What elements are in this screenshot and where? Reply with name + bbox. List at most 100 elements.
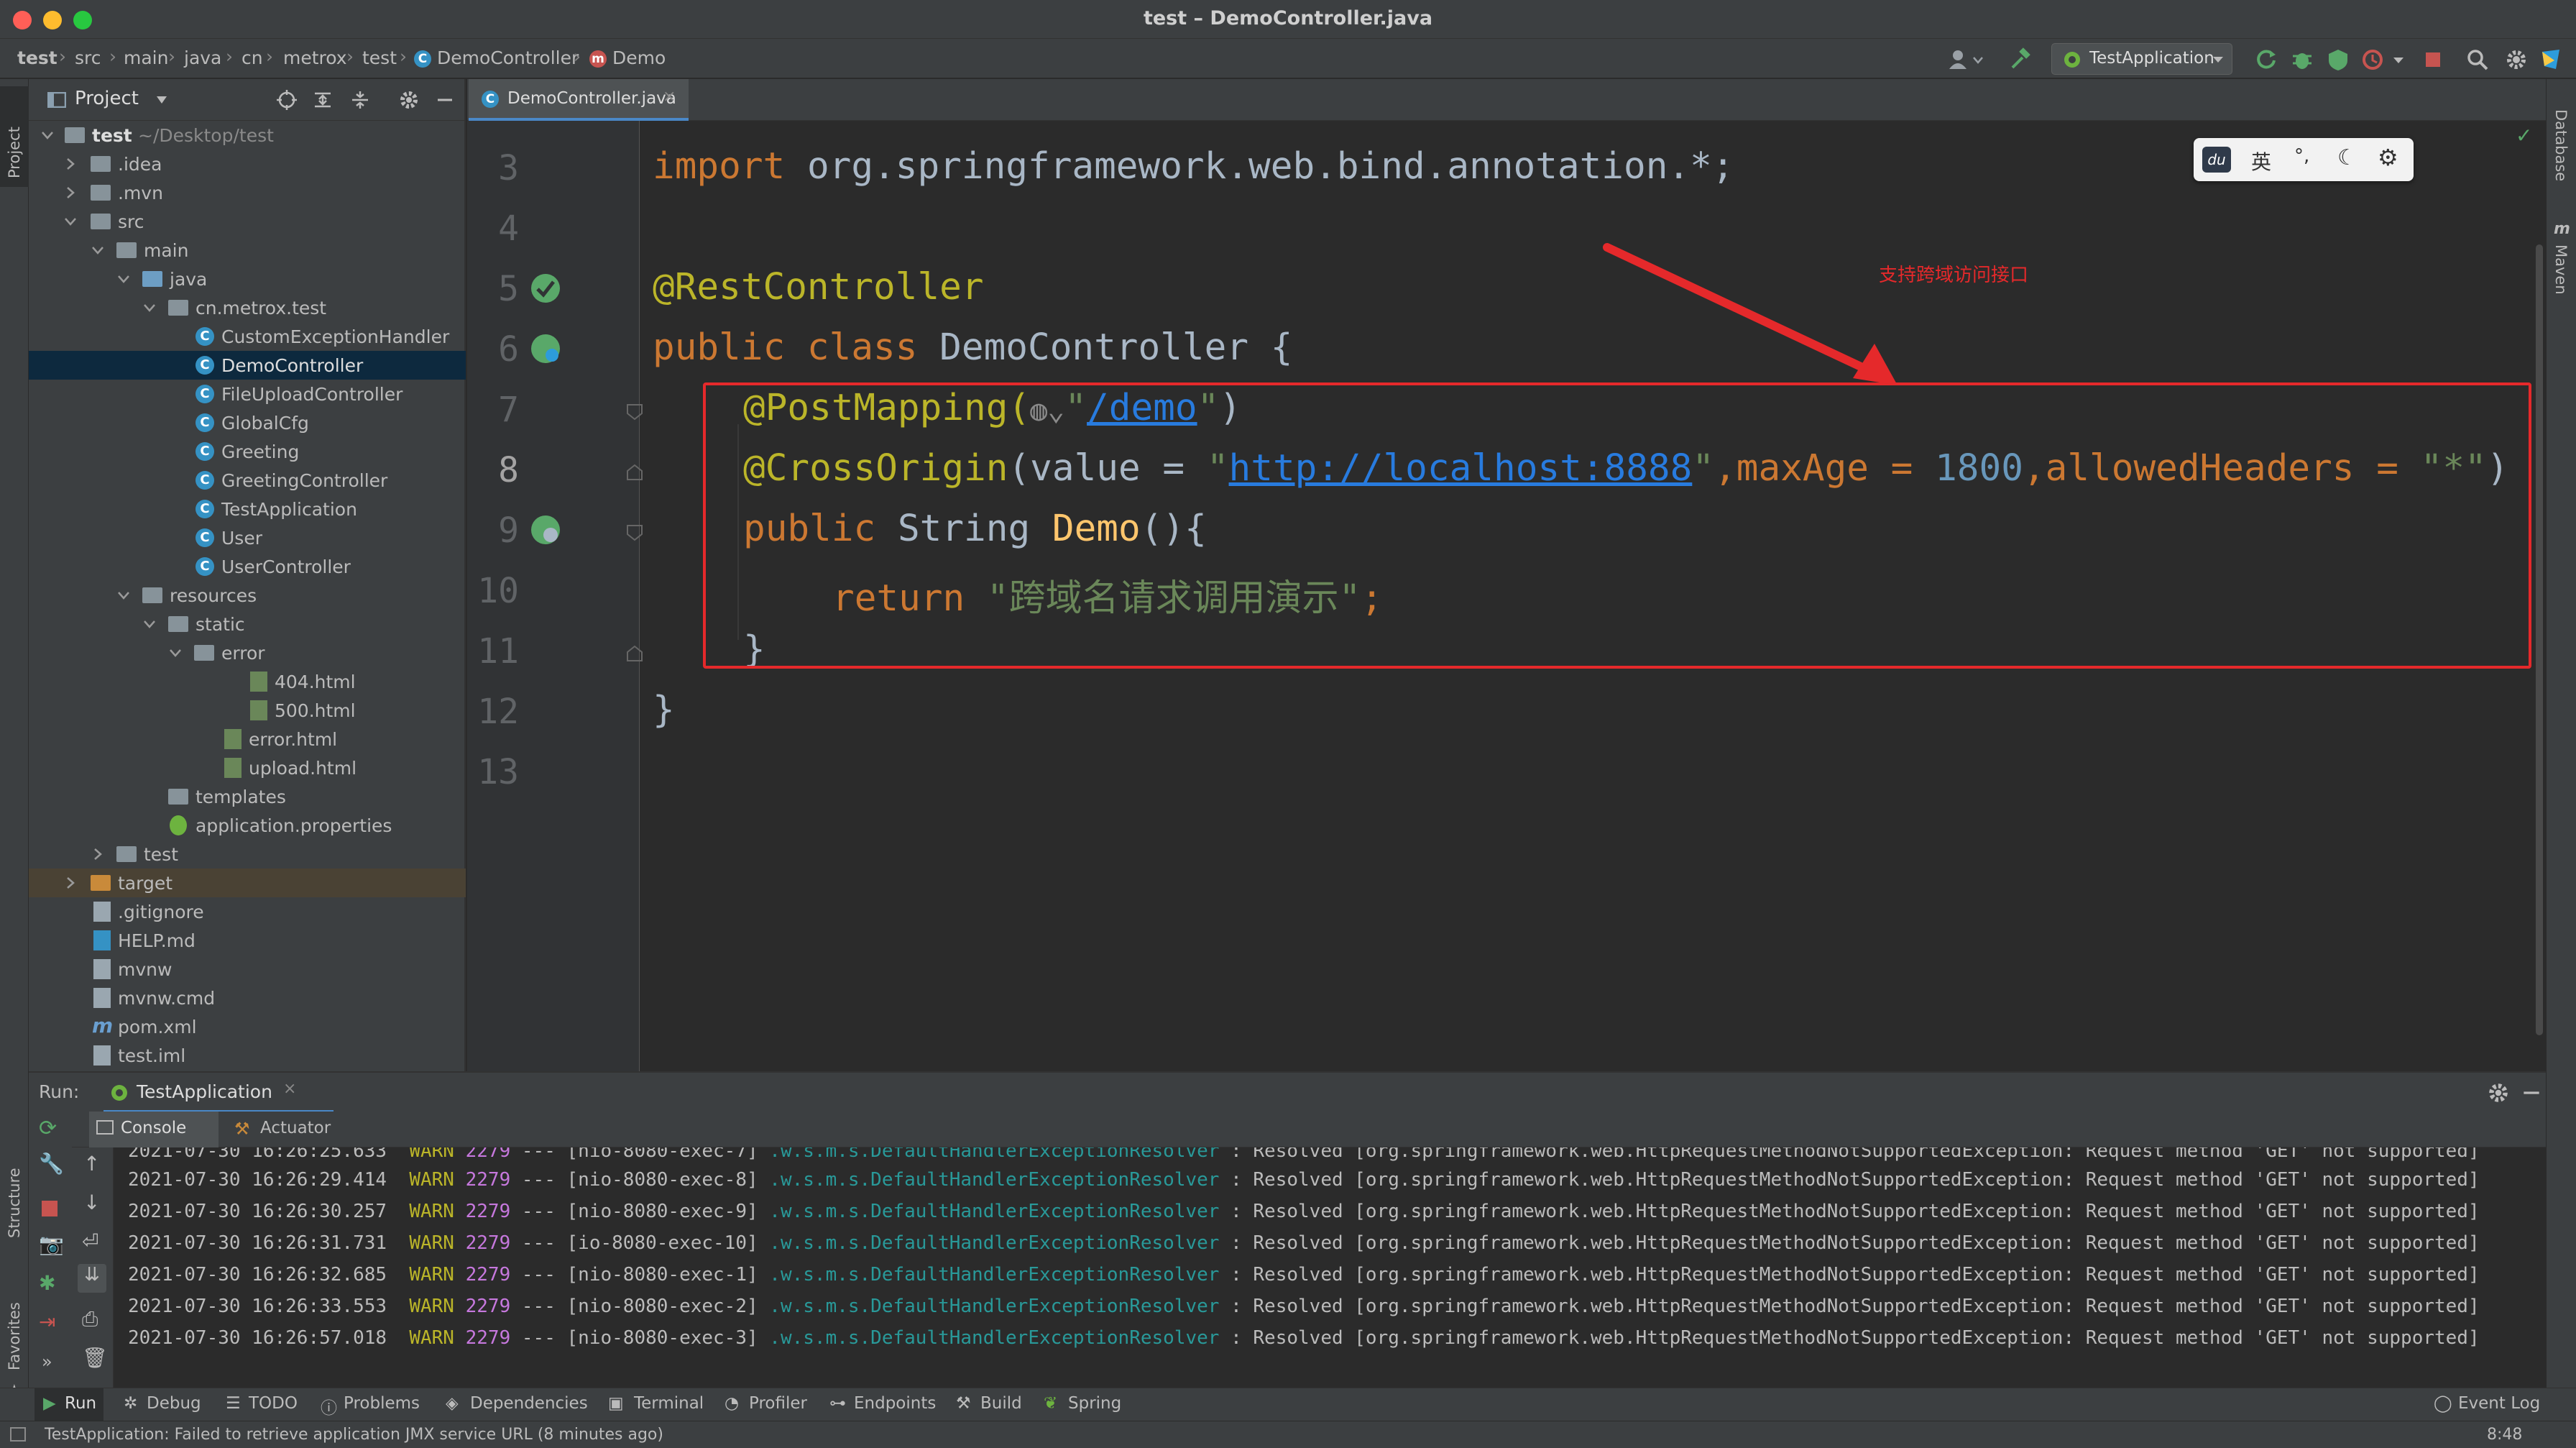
tree-item-folder[interactable]: java bbox=[29, 265, 466, 293]
profiler-icon[interactable] bbox=[2360, 47, 2385, 72]
tree-item-class[interactable]: C CustomExceptionHandler bbox=[29, 322, 466, 351]
gear-icon[interactable] bbox=[2487, 1081, 2510, 1104]
arrow-up-icon[interactable]: ↑ bbox=[83, 1152, 100, 1176]
fold-icon[interactable] bbox=[625, 644, 644, 663]
debug-icon[interactable] bbox=[2290, 47, 2314, 72]
profiler-tool-tab[interactable]: Profiler bbox=[749, 1394, 807, 1413]
tree-item-folder[interactable]: .idea bbox=[29, 150, 466, 178]
breadcrumb-class[interactable]: C DemoController bbox=[414, 47, 579, 68]
ime-language-toggle[interactable]: 英 bbox=[2251, 147, 2271, 175]
editor-tab-active[interactable]: C DemoController.java × bbox=[469, 79, 689, 121]
scroll-to-end-icon[interactable]: ⇊ bbox=[78, 1264, 106, 1293]
breadcrumb-item[interactable]: test bbox=[362, 47, 397, 68]
tree-item-folder[interactable]: resources bbox=[29, 581, 466, 610]
search-icon[interactable] bbox=[2465, 47, 2490, 72]
gear-icon[interactable] bbox=[398, 89, 420, 111]
breadcrumb-method[interactable]: m Demo bbox=[589, 47, 666, 68]
debug-icon[interactable]: ✱ bbox=[39, 1271, 55, 1295]
tree-item-root[interactable]: test ~/Desktop/test bbox=[29, 121, 466, 150]
spring-tool-tab[interactable]: Spring bbox=[1068, 1394, 1121, 1413]
code-line[interactable]: } bbox=[653, 689, 675, 731]
code-line[interactable]: import org.springframework.web.bind.anno… bbox=[653, 145, 1734, 188]
print-icon[interactable]: ⎙ bbox=[82, 1307, 98, 1332]
chevron-down-icon[interactable] bbox=[2391, 47, 2406, 72]
exit-icon[interactable]: ⇥ bbox=[39, 1310, 55, 1334]
tree-item-class[interactable]: C GlobalCfg bbox=[29, 408, 466, 437]
actuator-tab[interactable]: ⚒ Actuator bbox=[227, 1112, 356, 1147]
ime-punctuation-toggle[interactable]: °, bbox=[2294, 145, 2309, 167]
tree-item-class-selected[interactable]: C DemoController bbox=[29, 351, 466, 380]
status-message[interactable]: TestApplication: Failed to retrieve appl… bbox=[45, 1426, 663, 1444]
close-tab-icon[interactable]: × bbox=[663, 88, 676, 106]
tree-item-file[interactable]: mvnw.cmd bbox=[29, 984, 466, 1012]
tree-item-file[interactable]: m pom.xml bbox=[29, 1012, 466, 1041]
project-panel-title[interactable]: Project bbox=[75, 88, 139, 109]
hide-panel-icon[interactable] bbox=[2520, 1081, 2543, 1104]
breadcrumb-item[interactable]: main bbox=[124, 47, 168, 68]
coverage-icon[interactable] bbox=[2326, 47, 2350, 72]
tree-item-class[interactable]: C FileUploadController bbox=[29, 380, 466, 408]
breadcrumb-item[interactable]: cn bbox=[242, 47, 263, 68]
spring-bean-icon[interactable] bbox=[528, 331, 564, 367]
maven-tool-tab[interactable]: m Maven bbox=[2547, 220, 2576, 306]
input-method-toolbar[interactable]: du 英 °, ☾ ⚙ bbox=[2194, 138, 2414, 181]
tree-item-file[interactable]: test.iml bbox=[29, 1041, 466, 1070]
arrow-down-icon[interactable]: ↓ bbox=[83, 1191, 100, 1214]
tree-item-folder[interactable]: templates bbox=[29, 782, 466, 811]
stop-icon[interactable] bbox=[42, 1201, 58, 1216]
tree-item-file[interactable]: application.properties bbox=[29, 811, 466, 840]
favorites-tool-tab[interactable]: Favorites ★ bbox=[0, 1258, 29, 1400]
fold-icon[interactable] bbox=[625, 463, 644, 482]
chevron-down-icon[interactable] bbox=[155, 95, 168, 105]
tree-item-file[interactable]: .gitignore bbox=[29, 897, 466, 926]
database-tool-tab[interactable]: Database bbox=[2547, 93, 2576, 209]
build-tool-tab[interactable]: Build bbox=[980, 1394, 1022, 1413]
tree-item-class[interactable]: C GreetingController bbox=[29, 466, 466, 495]
spring-bean-icon[interactable] bbox=[528, 270, 564, 306]
breadcrumb-item[interactable]: test bbox=[17, 47, 58, 68]
tree-item-file[interactable]: 500.html bbox=[29, 696, 466, 725]
soft-wrap-icon[interactable]: ⏎ bbox=[82, 1229, 98, 1253]
run-configuration-selector[interactable]: TestApplication bbox=[2051, 43, 2232, 75]
debug-tool-tab[interactable]: Debug bbox=[147, 1394, 201, 1413]
build-hammer-icon[interactable] bbox=[2008, 47, 2033, 72]
breadcrumb-item[interactable]: java bbox=[184, 47, 221, 68]
run-tool-tab[interactable]: ▶ Run bbox=[34, 1388, 104, 1421]
tree-item-class[interactable]: C User bbox=[29, 523, 466, 552]
console-output[interactable]: 2021-07-30 16:26:25.633 WARN 2279 --- [n… bbox=[114, 1147, 2546, 1392]
collapse-all-icon[interactable] bbox=[349, 89, 371, 111]
console-tab[interactable]: Console bbox=[89, 1112, 218, 1147]
tree-item-folder[interactable]: error bbox=[29, 638, 466, 667]
structure-tool-tab[interactable]: Structure bbox=[0, 1143, 29, 1251]
tree-item-folder[interactable]: main bbox=[29, 236, 466, 265]
wrench-icon[interactable]: 🔧 bbox=[39, 1152, 64, 1176]
close-tab-icon[interactable]: × bbox=[283, 1080, 296, 1098]
code-line[interactable]: @RestController bbox=[653, 266, 984, 308]
tree-item-package[interactable]: cn.metrox.test bbox=[29, 293, 466, 322]
code-line[interactable]: public class DemoController { bbox=[653, 326, 1292, 369]
tool-window-toggle-icon[interactable] bbox=[10, 1427, 26, 1442]
tree-item-class[interactable]: C TestApplication bbox=[29, 495, 466, 523]
fold-icon[interactable] bbox=[625, 403, 644, 421]
rerun-icon[interactable]: ⟳ bbox=[39, 1116, 57, 1141]
tree-item-folder[interactable]: static bbox=[29, 610, 466, 638]
breadcrumb-item[interactable]: src bbox=[75, 47, 101, 68]
tree-item-folder[interactable]: .mvn bbox=[29, 178, 466, 207]
editor-scrollbar[interactable] bbox=[2536, 244, 2543, 1035]
tree-item-folder-excluded[interactable]: target bbox=[29, 869, 466, 897]
tree-item-file[interactable]: HELP.md bbox=[29, 926, 466, 955]
expand-all-icon[interactable] bbox=[312, 89, 334, 111]
more-icon[interactable]: » bbox=[42, 1352, 52, 1372]
hide-panel-icon[interactable] bbox=[434, 89, 456, 111]
breadcrumb-item[interactable]: metrox bbox=[283, 47, 347, 68]
locate-icon[interactable] bbox=[276, 89, 298, 111]
todo-tool-tab[interactable]: TODO bbox=[249, 1394, 298, 1413]
terminal-tool-tab[interactable]: Terminal bbox=[634, 1394, 704, 1413]
moon-icon[interactable]: ☾ bbox=[2337, 145, 2357, 170]
run-config-tab[interactable]: TestApplication × bbox=[104, 1073, 334, 1113]
project-tool-tab[interactable]: Project bbox=[0, 86, 29, 187]
trash-icon[interactable]: 🗑 bbox=[82, 1346, 108, 1370]
endpoints-tool-tab[interactable]: Endpoints bbox=[854, 1394, 936, 1413]
tree-item-folder[interactable]: test bbox=[29, 840, 466, 869]
tree-item-file[interactable]: mvnw bbox=[29, 955, 466, 984]
